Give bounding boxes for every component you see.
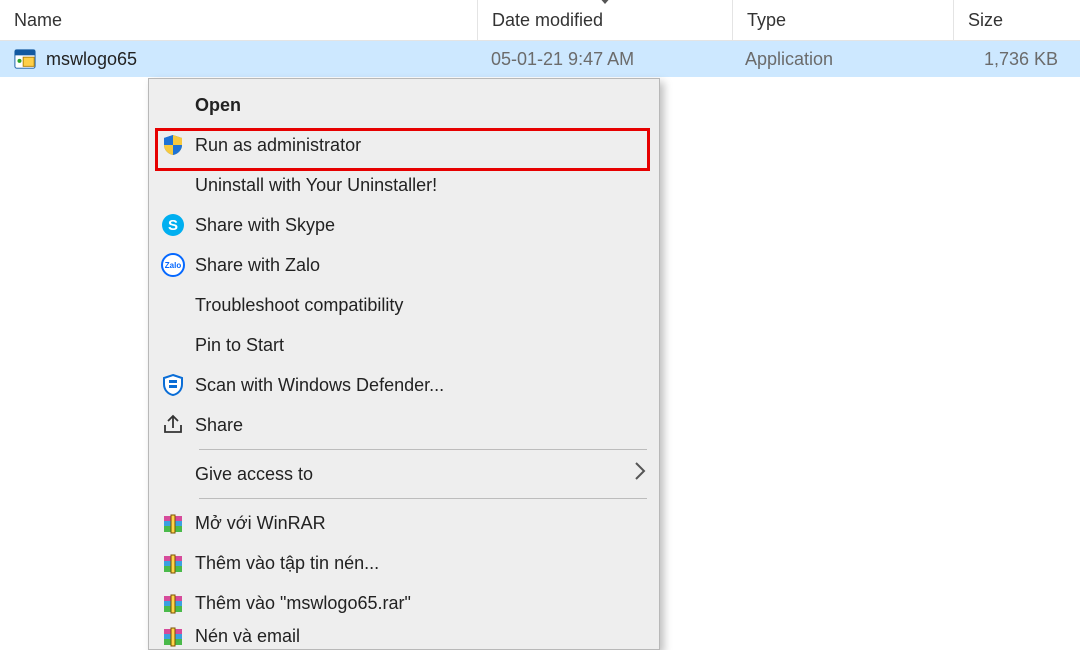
menu-share[interactable]: Share xyxy=(151,405,657,445)
menu-run-as-admin[interactable]: Run as administrator xyxy=(151,125,657,165)
menu-winrar-add[interactable]: Thêm vào tập tin nén... xyxy=(151,543,657,583)
file-row[interactable]: mswlogo65 05-01-21 9:47 AM Application 1… xyxy=(0,41,1080,77)
menu-share-zalo[interactable]: Zalo Share with Zalo xyxy=(151,245,657,285)
menu-share-skype[interactable]: S Share with Skype xyxy=(151,205,657,245)
menu-open[interactable]: Open xyxy=(151,85,657,125)
menu-separator xyxy=(199,498,647,499)
uac-shield-icon xyxy=(151,133,195,157)
application-file-icon xyxy=(14,48,36,70)
winrar-icon xyxy=(151,624,195,648)
chevron-right-icon xyxy=(623,460,657,489)
svg-text:Zalo: Zalo xyxy=(165,261,182,270)
file-type: Application xyxy=(731,49,951,70)
file-size: 1,736 KB xyxy=(951,49,1080,70)
column-size[interactable]: Size xyxy=(954,0,1080,40)
winrar-icon xyxy=(151,511,195,535)
defender-shield-icon xyxy=(151,373,195,397)
menu-winrar-add-named[interactable]: Thêm vào "mswlogo65.rar" xyxy=(151,583,657,623)
menu-uninstall[interactable]: Uninstall with Your Uninstaller! xyxy=(151,165,657,205)
file-date: 05-01-21 9:47 AM xyxy=(477,49,731,70)
menu-winrar-email[interactable]: Nén và email xyxy=(151,623,657,649)
menu-give-access[interactable]: Give access to xyxy=(151,454,657,494)
column-date[interactable]: Date modified xyxy=(478,0,733,40)
winrar-icon xyxy=(151,551,195,575)
skype-icon: S xyxy=(151,213,195,237)
column-type[interactable]: Type xyxy=(733,0,954,40)
share-icon xyxy=(151,413,195,437)
zalo-icon: Zalo xyxy=(151,253,195,277)
menu-defender-scan[interactable]: Scan with Windows Defender... xyxy=(151,365,657,405)
context-menu: Open Run as administrator Uninstall with… xyxy=(148,78,660,650)
menu-troubleshoot[interactable]: Troubleshoot compatibility xyxy=(151,285,657,325)
menu-separator xyxy=(199,449,647,450)
winrar-icon xyxy=(151,591,195,615)
menu-pin-to-start[interactable]: Pin to Start xyxy=(151,325,657,365)
file-name: mswlogo65 xyxy=(46,49,137,70)
column-name[interactable]: Name xyxy=(0,0,478,40)
menu-winrar-open[interactable]: Mở với WinRAR xyxy=(151,503,657,543)
column-headers: Name Date modified Type Size xyxy=(0,0,1080,41)
svg-text:S: S xyxy=(168,217,178,234)
column-date-label: Date modified xyxy=(492,10,603,31)
sort-indicator-icon xyxy=(598,0,612,4)
